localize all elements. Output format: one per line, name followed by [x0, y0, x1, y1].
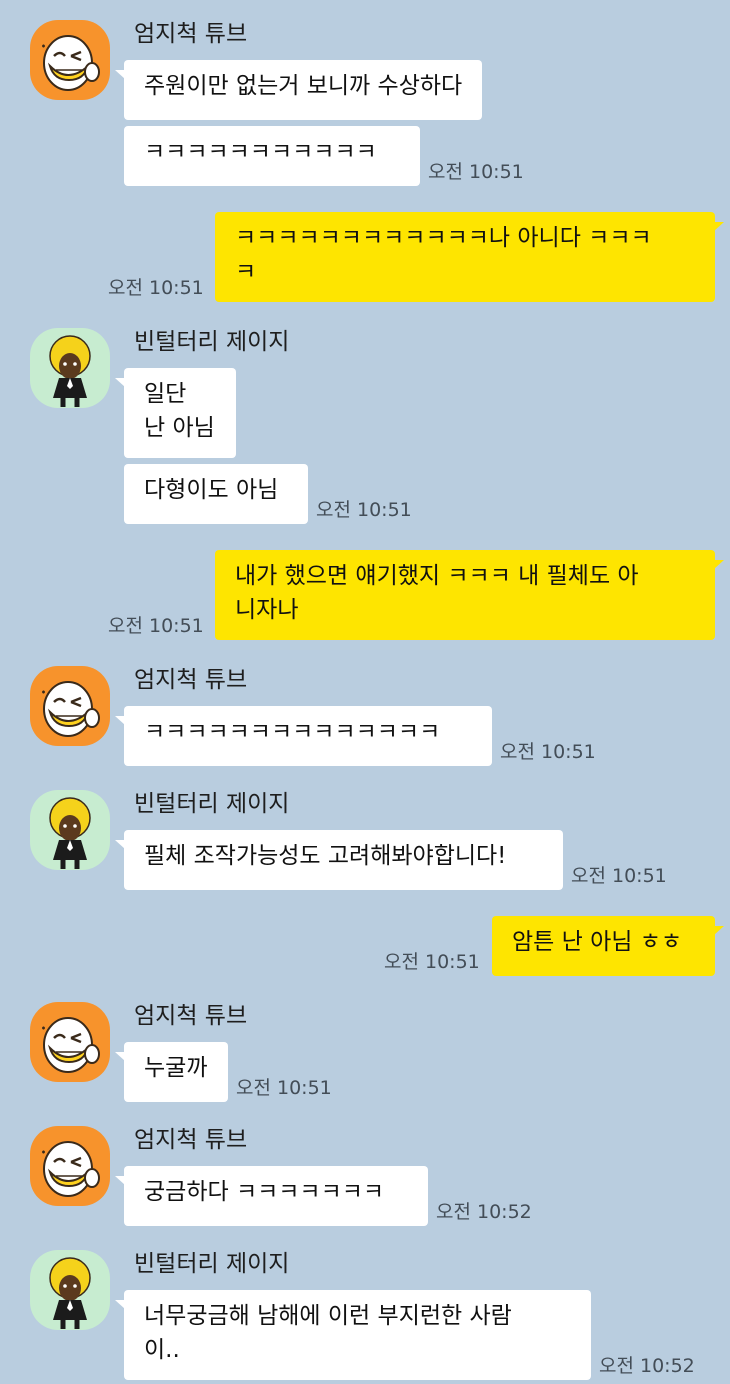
message-time: 오전 10:51: [500, 741, 596, 763]
sender-name: 엄지척 튜브: [134, 1003, 248, 1029]
message-bubble[interactable]: 다형이도 아님: [124, 464, 308, 524]
umji-avatar[interactable]: [30, 1002, 110, 1082]
message-bubble[interactable]: 일단 난 아님: [115, 368, 236, 458]
sender-name: 빈털터리 제이지: [134, 791, 290, 817]
message-time: 오전 10:51: [108, 277, 204, 299]
sender-name: 엄지척 튜브: [134, 1127, 248, 1153]
my-message-bubble[interactable]: 내가 했으면 얘기했지 ㅋㅋㅋ 내 필체도 아 니자나: [215, 550, 724, 640]
message-bubble[interactable]: ㅋㅋㅋㅋㅋㅋㅋㅋㅋㅋㅋ: [124, 126, 420, 186]
umji-avatar[interactable]: [30, 1126, 110, 1206]
message-bubble[interactable]: 주원이만 없는거 보니까 수상하다: [114, 60, 483, 120]
message-bubble[interactable]: 누굴까: [115, 1042, 228, 1102]
jay-avatar[interactable]: [30, 790, 110, 870]
my-message-bubble[interactable]: ㅋㅋㅋㅋㅋㅋㅋㅋㅋㅋㅋㅋ나 아니다 ㅋㅋㅋ ㅋ: [215, 212, 724, 302]
sender-name: 엄지척 튜브: [134, 667, 248, 693]
jay-avatar[interactable]: [30, 1250, 110, 1330]
message-time: 오전 10:51: [316, 499, 412, 521]
message-time: 오전 10:51: [108, 615, 204, 637]
message-bubble[interactable]: 너무궁금해 남해에 이런 부지런한 사람 이..: [115, 1290, 591, 1380]
my-message-bubble[interactable]: 암튼 난 아님 ㅎㅎ: [492, 916, 724, 976]
sender-name: 빈털터리 제이지: [134, 1251, 290, 1277]
sender-name: 엄지척 튜브: [134, 21, 248, 47]
message-bubble[interactable]: ㅋㅋㅋㅋㅋㅋㅋㅋㅋㅋㅋㅋㅋㅋ: [115, 706, 492, 766]
umji-avatar[interactable]: [30, 20, 110, 100]
jay-avatar[interactable]: [30, 328, 110, 408]
message-time: 오전 10:51: [571, 865, 667, 887]
umji-avatar[interactable]: [30, 666, 110, 746]
message-time: 오전 10:51: [428, 161, 524, 183]
sender-name: 빈털터리 제이지: [134, 329, 290, 355]
message-time: 오전 10:51: [236, 1077, 332, 1099]
message-time: 오전 10:51: [384, 951, 480, 973]
message-bubble[interactable]: 필체 조작가능성도 고려해봐야합니다!: [115, 830, 563, 890]
message-time: 오전 10:52: [599, 1355, 695, 1377]
message-bubble[interactable]: 궁금하다 ㅋㅋㅋㅋㅋㅋㅋ: [115, 1166, 428, 1226]
chat-room[interactable]: 엄지척 튜브 주원이만 없는거 보니까 수상하다 ㅋㅋㅋㅋㅋㅋㅋㅋㅋㅋㅋ 오전 …: [0, 0, 730, 1384]
message-time: 오전 10:52: [436, 1201, 532, 1223]
